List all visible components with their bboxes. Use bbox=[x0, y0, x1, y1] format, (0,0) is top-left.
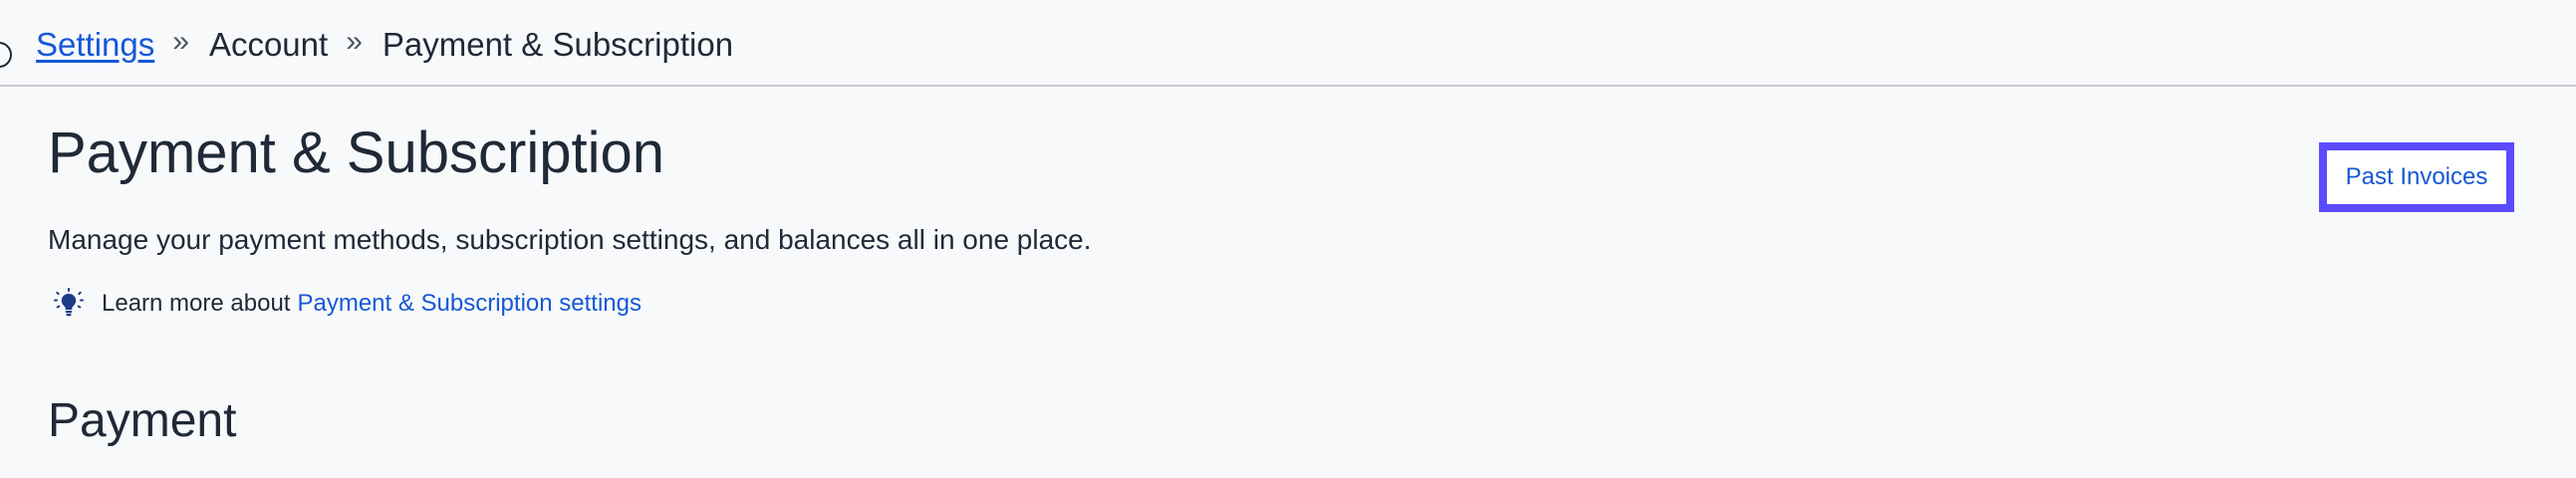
page-title: Payment & Subscription bbox=[48, 120, 664, 185]
circle-icon[interactable] bbox=[0, 42, 12, 68]
breadcrumb-account: Account bbox=[208, 26, 329, 63]
breadcrumb-current: Payment & Subscription bbox=[382, 26, 734, 63]
breadcrumb-separator-icon: » bbox=[346, 25, 363, 58]
breadcrumb-trail: Settings » Account » Payment & Subscript… bbox=[36, 22, 733, 68]
lightbulb-icon bbox=[52, 287, 86, 321]
page-description: Manage your payment methods, subscriptio… bbox=[48, 224, 1092, 255]
learn-more-prefix: Learn more about bbox=[102, 290, 291, 317]
learn-more-row: Learn more about Payment & Subscription … bbox=[52, 287, 642, 321]
payment-section-title: Payment bbox=[48, 394, 237, 447]
breadcrumb-separator-icon: » bbox=[172, 25, 189, 58]
page: Settings » Account » Payment & Subscript… bbox=[0, 0, 2576, 478]
breadcrumb-settings-link[interactable]: Settings bbox=[36, 26, 154, 64]
past-invoices-button[interactable]: Past Invoices bbox=[2319, 142, 2514, 212]
learn-more-link[interactable]: Payment & Subscription settings bbox=[297, 290, 642, 318]
breadcrumb: Settings » Account » Payment & Subscript… bbox=[0, 0, 2576, 87]
